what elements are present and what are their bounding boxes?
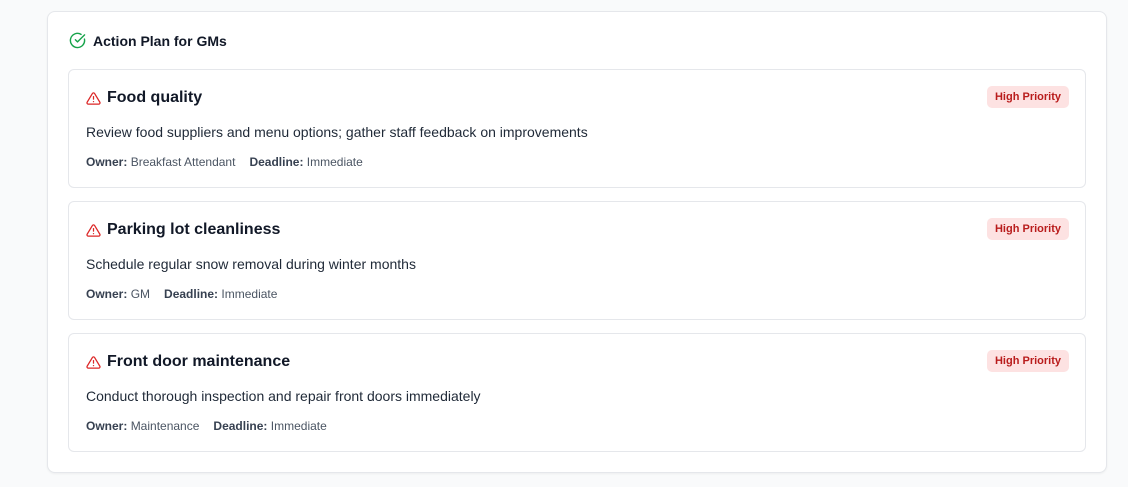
action-meta: Owner: GM Deadline: Immediate <box>86 287 277 301</box>
action-meta: Owner: Breakfast Attendant Deadline: Imm… <box>86 155 363 169</box>
deadline-value: Immediate <box>270 419 327 433</box>
owner-value: Breakfast Attendant <box>130 155 236 169</box>
priority-badge: High Priority <box>986 86 1069 108</box>
deadline-field: Deadline: Immediate <box>213 419 326 433</box>
action-card-parking-lot: Parking lot cleanliness High Priority Sc… <box>68 201 1086 320</box>
deadline-value: Immediate <box>221 287 278 301</box>
action-description: Schedule regular snow removal during win… <box>86 256 416 272</box>
card-header: Front door maintenance <box>86 353 290 371</box>
check-circle-icon <box>69 32 86 49</box>
deadline-value: Immediate <box>306 155 363 169</box>
warning-triangle-icon <box>86 355 101 370</box>
action-description: Conduct thorough inspection and repair f… <box>86 388 481 404</box>
deadline-field: Deadline: Immediate <box>249 155 362 169</box>
action-plan-panel: Action Plan for GMs Food quality High Pr… <box>47 11 1107 473</box>
panel-header: Action Plan for GMs <box>69 32 227 49</box>
warning-triangle-icon <box>86 223 101 238</box>
action-meta: Owner: Maintenance Deadline: Immediate <box>86 419 327 433</box>
owner-field: Owner: Breakfast Attendant <box>86 155 235 169</box>
owner-field: Owner: Maintenance <box>86 419 199 433</box>
deadline-field: Deadline: Immediate <box>164 287 277 301</box>
deadline-label: Deadline: <box>249 155 304 169</box>
action-title: Parking lot cleanliness <box>107 221 281 238</box>
card-header: Parking lot cleanliness <box>86 221 280 239</box>
owner-label: Owner: <box>86 419 128 433</box>
priority-badge: High Priority <box>986 218 1069 240</box>
warning-triangle-icon <box>86 91 101 106</box>
owner-field: Owner: GM <box>86 287 150 301</box>
owner-label: Owner: <box>86 287 128 301</box>
priority-badge: High Priority <box>986 350 1069 372</box>
action-card-food-quality: Food quality High Priority Review food s… <box>68 69 1086 188</box>
panel-title: Action Plan for GMs <box>93 32 227 49</box>
owner-value: GM <box>130 287 151 301</box>
action-description: Review food suppliers and menu options; … <box>86 124 588 140</box>
action-card-front-door: Front door maintenance High Priority Con… <box>68 333 1086 452</box>
action-title: Food quality <box>107 89 203 106</box>
owner-value: Maintenance <box>130 419 200 433</box>
action-title: Front door maintenance <box>107 353 291 370</box>
owner-label: Owner: <box>86 155 128 169</box>
deadline-label: Deadline: <box>164 287 219 301</box>
deadline-label: Deadline: <box>213 419 268 433</box>
card-header: Food quality <box>86 89 202 107</box>
